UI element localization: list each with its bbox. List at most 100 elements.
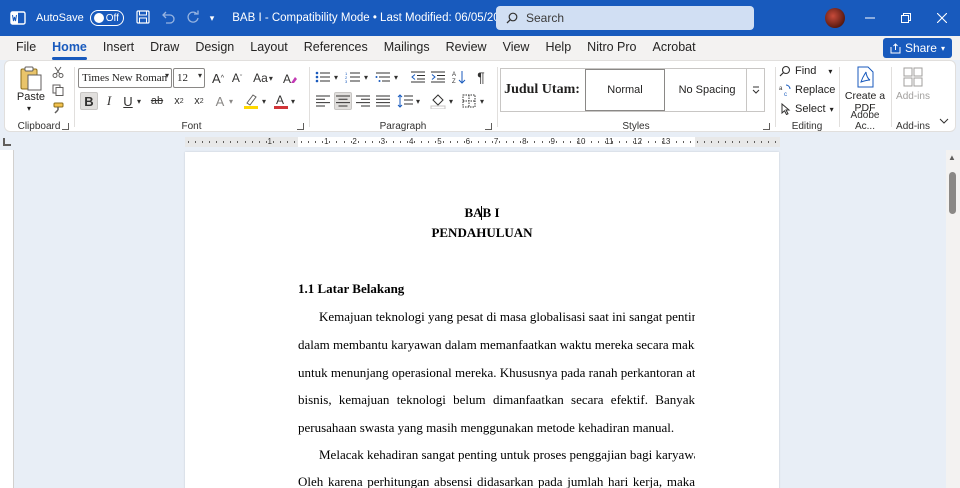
- word-app-icon[interactable]: [0, 0, 36, 36]
- subscript-button[interactable]: x2: [171, 92, 187, 110]
- paste-label[interactable]: Paste: [11, 91, 51, 103]
- collapse-ribbon-icon[interactable]: [939, 116, 949, 127]
- bold-button[interactable]: B: [80, 92, 98, 110]
- paste-chevron-icon[interactable]: ▾: [27, 104, 31, 113]
- italic-button[interactable]: I: [101, 92, 117, 110]
- redo-icon[interactable]: [186, 10, 200, 27]
- underline-button[interactable]: U: [121, 92, 135, 110]
- paragraph-line[interactable]: perusahaan swasta yang masih menggunakan…: [298, 420, 695, 436]
- close-button[interactable]: [924, 0, 960, 36]
- scroll-up-icon[interactable]: ▲: [948, 153, 956, 162]
- paragraph-line[interactable]: dalam membantu karyawan dalam memanfaatk…: [298, 337, 695, 353]
- borders-icon[interactable]: [460, 92, 478, 110]
- clear-formatting-icon[interactable]: A: [281, 69, 299, 87]
- align-right-icon[interactable]: [354, 92, 372, 110]
- line-spacing-icon[interactable]: [396, 92, 414, 110]
- font-name-combo[interactable]: Times New Roman ▾: [78, 68, 172, 88]
- highlight-chevron-icon[interactable]: ▾: [260, 92, 268, 110]
- format-painter-icon[interactable]: [51, 101, 65, 115]
- style-judul-utama[interactable]: Judul Utam:: [501, 69, 583, 111]
- customize-chevron-icon[interactable]: ▾: [210, 13, 215, 24]
- align-left-icon[interactable]: [314, 92, 332, 110]
- paragraph-line[interactable]: Kemajuan teknologi yang pesat di masa gl…: [298, 309, 695, 325]
- chapter-subtitle[interactable]: PENDAHULUAN: [185, 225, 779, 241]
- tab-insert[interactable]: Insert: [95, 36, 142, 60]
- minimize-button[interactable]: [852, 0, 888, 36]
- font-size-combo[interactable]: 12 ▾: [173, 68, 205, 88]
- strikethrough-button[interactable]: ab: [149, 92, 165, 110]
- tab-nitro-pro[interactable]: Nitro Pro: [579, 36, 644, 60]
- highlight-icon[interactable]: [242, 92, 260, 110]
- styles-more-icon[interactable]: [746, 69, 764, 111]
- replace-button[interactable]: ac Replace: [779, 84, 835, 96]
- shading-chevron-icon[interactable]: ▾: [447, 92, 455, 110]
- tab-help[interactable]: Help: [537, 36, 579, 60]
- text-effects-icon[interactable]: A: [213, 92, 227, 110]
- superscript-button[interactable]: x2: [191, 92, 207, 110]
- text-effects-chevron-icon[interactable]: ▾: [227, 92, 235, 110]
- save-icon[interactable]: [136, 9, 150, 27]
- vertical-scrollbar[interactable]: ▲: [946, 150, 960, 488]
- restore-button[interactable]: [888, 0, 924, 36]
- styles-launcher-icon[interactable]: [763, 123, 770, 130]
- style-normal[interactable]: Normal: [585, 69, 665, 111]
- copy-icon[interactable]: [51, 83, 65, 97]
- bullets-chevron-icon[interactable]: ▾: [332, 69, 340, 85]
- tab-layout[interactable]: Layout: [242, 36, 296, 60]
- tab-mailings[interactable]: Mailings: [376, 36, 438, 60]
- numbering-icon[interactable]: 123: [344, 69, 362, 85]
- borders-chevron-icon[interactable]: ▾: [478, 92, 486, 110]
- font-launcher-icon[interactable]: [297, 123, 304, 130]
- bullets-icon[interactable]: [314, 69, 332, 85]
- document-title[interactable]: BAB I - Compatibility Mode • Last Modifi…: [232, 12, 526, 24]
- justify-icon[interactable]: [374, 92, 392, 110]
- vertical-ruler[interactable]: [0, 150, 14, 488]
- paragraph-launcher-icon[interactable]: [485, 123, 492, 130]
- line-spacing-chevron-icon[interactable]: ▾: [414, 92, 422, 110]
- tab-design[interactable]: Design: [187, 36, 242, 60]
- clipboard-launcher-icon[interactable]: [62, 123, 69, 130]
- tab-selector-icon[interactable]: [3, 138, 11, 146]
- tab-file[interactable]: File: [8, 36, 44, 60]
- tab-review[interactable]: Review: [438, 36, 495, 60]
- style-no-spacing[interactable]: No Spacing: [667, 69, 747, 111]
- decrease-indent-icon[interactable]: [410, 69, 426, 85]
- font-color-icon[interactable]: A: [273, 92, 289, 110]
- section-heading[interactable]: 1.1 Latar Belakang: [298, 281, 404, 297]
- paragraph-line[interactable]: bisnis, kemajuan teknologi belum dimanfa…: [298, 392, 695, 408]
- tab-draw[interactable]: Draw: [142, 36, 187, 60]
- tab-home[interactable]: Home: [44, 36, 95, 60]
- paragraph-line[interactable]: Oleh karena perhitungan absensi didasark…: [298, 474, 695, 488]
- horizontal-ruler[interactable]: 1 1 2 3 4 5 6 7 8 9 10 11 12 13: [185, 137, 780, 147]
- avatar[interactable]: [825, 8, 845, 28]
- paragraph-line[interactable]: untuk menunjang operasional mereka. Khus…: [298, 365, 695, 381]
- chapter-title[interactable]: BAB I: [185, 205, 779, 221]
- align-center-icon[interactable]: [334, 92, 352, 110]
- increase-indent-icon[interactable]: [430, 69, 446, 85]
- sort-icon[interactable]: AZ: [451, 69, 467, 85]
- document-page[interactable]: BAB I PENDAHULUAN 1.1 Latar Belakang Kem…: [185, 152, 779, 488]
- scrollbar-thumb[interactable]: [949, 172, 956, 214]
- font-color-chevron-icon[interactable]: ▾: [289, 92, 297, 110]
- change-case-icon[interactable]: Aa ▾: [251, 69, 275, 87]
- tab-view[interactable]: View: [495, 36, 538, 60]
- paragraph-line[interactable]: Melacak kehadiran sangat penting untuk p…: [298, 447, 695, 463]
- select-button[interactable]: Select ▾: [779, 103, 834, 115]
- shading-icon[interactable]: [429, 92, 447, 110]
- tab-acrobat[interactable]: Acrobat: [645, 36, 704, 60]
- multilevel-list-icon[interactable]: [374, 69, 392, 85]
- grow-font-icon[interactable]: A ^: [210, 69, 226, 87]
- undo-icon[interactable]: [160, 10, 176, 27]
- addins-icon[interactable]: [902, 66, 924, 88]
- cut-icon[interactable]: [51, 65, 65, 79]
- find-button[interactable]: Find ▾: [779, 65, 832, 77]
- shrink-font-icon[interactable]: Aˇ: [229, 69, 245, 87]
- paste-icon[interactable]: [15, 65, 47, 93]
- numbering-chevron-icon[interactable]: ▾: [362, 69, 370, 85]
- create-pdf-icon[interactable]: [854, 65, 876, 89]
- autosave-toggle[interactable]: Off: [89, 10, 124, 26]
- underline-chevron-icon[interactable]: ▾: [135, 92, 143, 110]
- tab-references[interactable]: References: [296, 36, 376, 60]
- search-box[interactable]: Search: [496, 6, 754, 30]
- multilevel-chevron-icon[interactable]: ▾: [392, 69, 400, 85]
